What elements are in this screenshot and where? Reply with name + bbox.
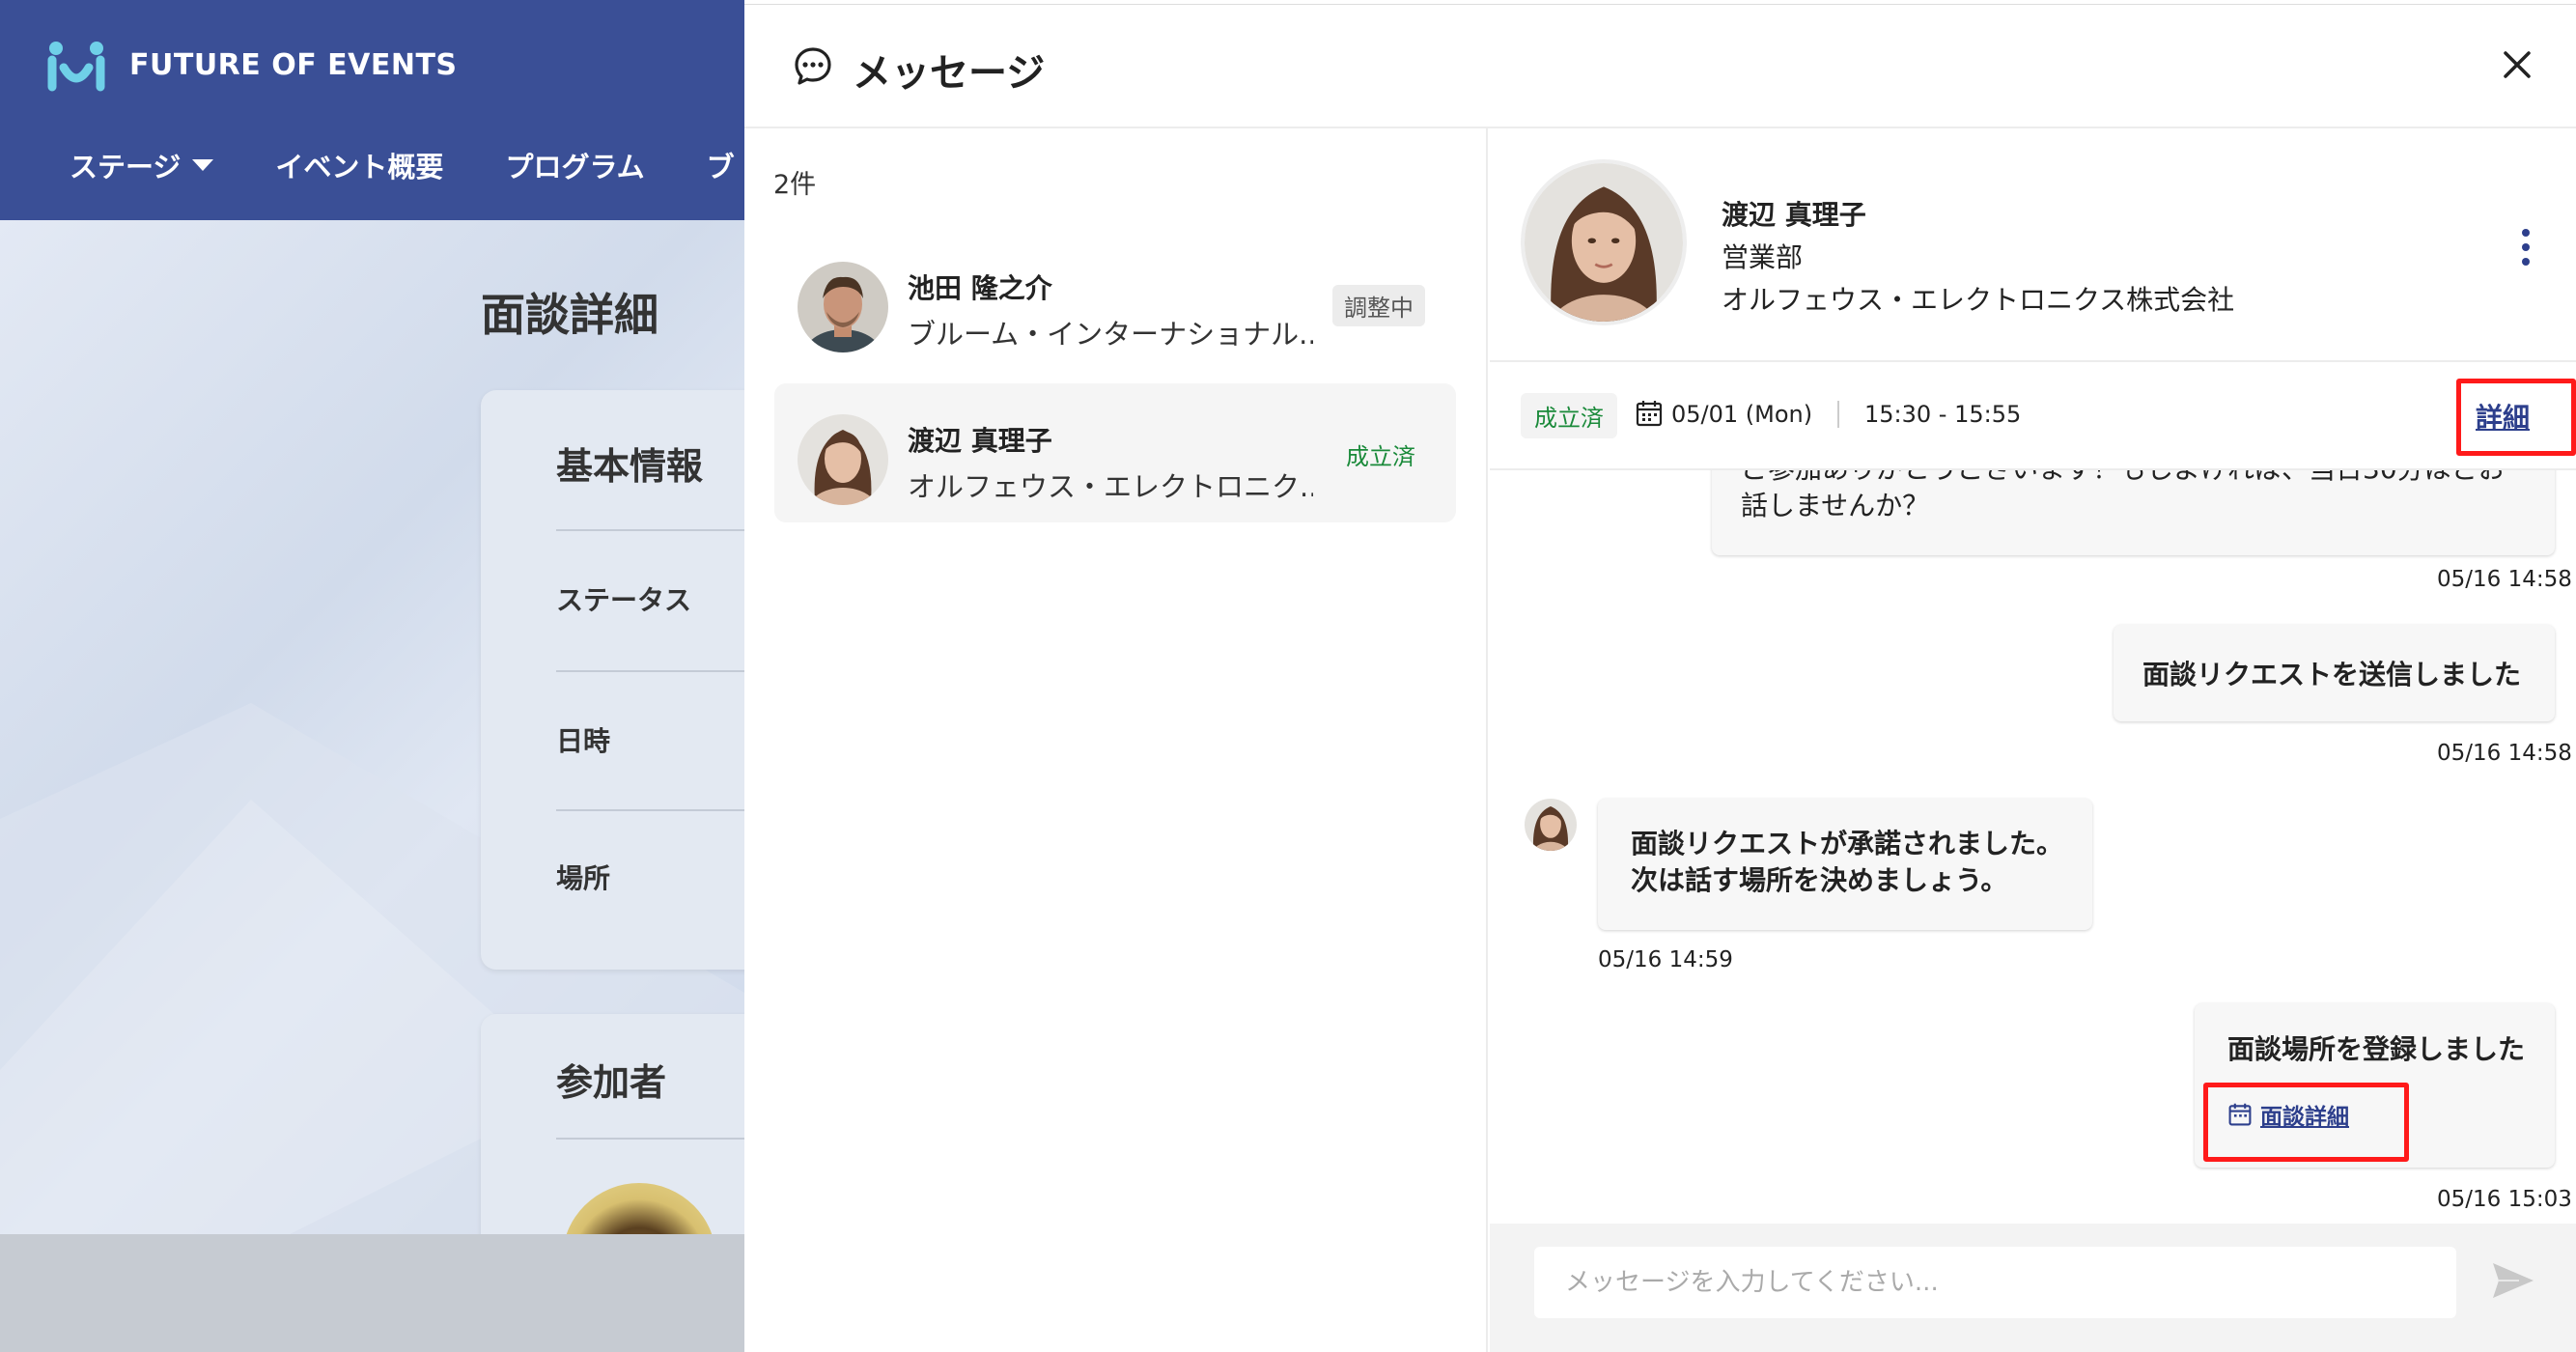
calendar-icon	[1636, 401, 1663, 427]
nav-item-stage[interactable]: ステージ	[70, 145, 214, 185]
message-bubble-sent: 面談場所を登録しました 面談詳細	[2195, 1003, 2555, 1168]
site-header: FUTURE OF EVENTS ステージ イベント概要 プログラム ブ	[0, 0, 744, 220]
page-footer-overlay	[0, 1234, 744, 1352]
section-title: 基本情報	[556, 445, 704, 488]
conversation-name: 渡辺 真理子	[908, 425, 1052, 457]
label-datetime: 日時	[556, 725, 611, 757]
message-text-line: 次は話す場所を決めましょう。	[1631, 864, 2008, 896]
status-badge: 成立済	[1521, 393, 1617, 438]
meeting-detail-label: 面談詳細	[2260, 1105, 2349, 1130]
divider	[556, 670, 744, 672]
conversation-item[interactable]: 池田 隆之介 ブルーム・インターナショナル... 調整中	[774, 231, 1456, 370]
label-location: 場所	[556, 862, 611, 894]
modal-title: メッセージ	[853, 51, 1046, 96]
status-badge: 調整中	[1332, 285, 1425, 326]
main-nav: ステージ イベント概要 プログラム ブ	[70, 145, 744, 185]
meeting-date: 05/01 (Mon)	[1671, 401, 1813, 428]
message-text-line: 話しませんか？	[1741, 490, 1930, 521]
divider	[556, 809, 744, 811]
divider	[556, 529, 744, 531]
message-bubble-sent: 面談リクエストを送信しました	[2114, 625, 2555, 721]
conversation-item[interactable]: 渡辺 真理子 オルフェウス・エレクトロニク... 成立済	[774, 383, 1456, 522]
brand-name: FUTURE OF EVENTS	[129, 48, 458, 82]
message-bubble-received: 面談リクエストが承諾されました。 次は話す場所を決めましょう。	[1598, 799, 2092, 930]
message-text: 面談リクエストを送信しました	[2142, 659, 2522, 690]
nav-item-overview[interactable]: イベント概要	[275, 145, 443, 185]
message-text-line: ご参加ありがとうございます！もしよければ、当日30分ほどお	[1741, 470, 2526, 488]
nav-label: ステージ	[70, 151, 182, 183]
modal-header: メッセージ	[744, 5, 2576, 128]
nav-item-booth[interactable]: ブ	[707, 145, 735, 185]
message-timestamp: 05/16 14:58	[2437, 567, 2572, 592]
nav-label: イベント概要	[275, 151, 444, 183]
chat-bubble-icon	[795, 47, 831, 85]
conversation-company: オルフェウス・エレクトロニク...	[908, 470, 1313, 503]
basic-info-card: 基本情報 ステータス 日時 場所	[481, 390, 744, 970]
meeting-time: 15:30 - 15:55	[1864, 401, 2022, 428]
status-badge: 成立済	[1346, 443, 1415, 470]
contact-department: 営業部	[1722, 241, 1804, 273]
conversation-name: 池田 隆之介	[908, 272, 1052, 304]
page-title: 面談詳細	[481, 289, 658, 341]
avatar	[1525, 799, 1577, 851]
nav-label: プログラム	[505, 151, 645, 183]
message-thread: ご参加ありがとうございます！もしよければ、当日30分ほどお 話しませんか？ 05…	[1490, 470, 2576, 1224]
message-input-area	[1490, 1224, 2576, 1352]
label-status: ステータス	[556, 584, 692, 616]
divider	[1837, 401, 1839, 428]
meeting-detail-link[interactable]: 面談詳細	[2227, 1098, 2349, 1131]
nav-item-program[interactable]: プログラム	[505, 145, 644, 185]
section-title: 参加者	[556, 1061, 667, 1104]
chat-panel: 渡辺 真理子 営業部 オルフェウス・エレクトロニクス株式会社 成立済 05/01…	[1490, 128, 2576, 1352]
contact-header: 渡辺 真理子 営業部 オルフェウス・エレクトロニクス株式会社	[1490, 128, 2576, 362]
message-timestamp: 05/16 14:58	[2437, 741, 2572, 766]
calendar-icon	[2228, 1103, 2252, 1126]
logo-icon	[47, 42, 105, 92]
message-input[interactable]	[1534, 1247, 2456, 1318]
avatar	[798, 262, 888, 352]
message-timestamp: 05/16 15:03	[2437, 1187, 2572, 1212]
send-icon[interactable]	[2490, 1260, 2536, 1301]
avatar	[1521, 159, 1687, 325]
more-vertical-icon[interactable]	[2519, 229, 2533, 273]
divider	[556, 1138, 744, 1140]
message-bubble-sent: ご参加ありがとうございます！もしよければ、当日30分ほどお 話しませんか？	[1712, 470, 2555, 555]
message-text-line: 面談リクエストが承諾されました。	[1631, 828, 2064, 859]
message-timestamp: 05/16 14:59	[1598, 947, 1733, 972]
close-icon[interactable]	[2496, 43, 2538, 86]
contact-company: オルフェウス・エレクトロニクス株式会社	[1722, 284, 2235, 316]
message-text: 面談場所を登録しました	[2227, 1033, 2526, 1065]
caret-down-icon	[192, 159, 214, 171]
conversation-company: ブルーム・インターナショナル...	[908, 318, 1313, 351]
avatar	[798, 414, 888, 505]
contact-name: 渡辺 真理子	[1722, 199, 1866, 231]
conversation-count: 2件	[773, 170, 817, 200]
messages-modal: メッセージ 2件 池田 隆之介 ブルーム・インターナショナル... 調整中 渡辺…	[744, 4, 2576, 1352]
nav-label: ブ	[706, 151, 735, 183]
meeting-status-bar: 成立済 05/01 (Mon) 15:30 - 15:55 詳細	[1490, 362, 2576, 470]
detail-link[interactable]: 詳細	[2476, 397, 2530, 436]
conversation-list: 2件 池田 隆之介 ブルーム・インターナショナル... 調整中 渡辺 真理子 オ…	[744, 128, 1488, 1352]
background-page: FUTURE OF EVENTS ステージ イベント概要 プログラム ブ 面談詳…	[0, 0, 744, 1352]
